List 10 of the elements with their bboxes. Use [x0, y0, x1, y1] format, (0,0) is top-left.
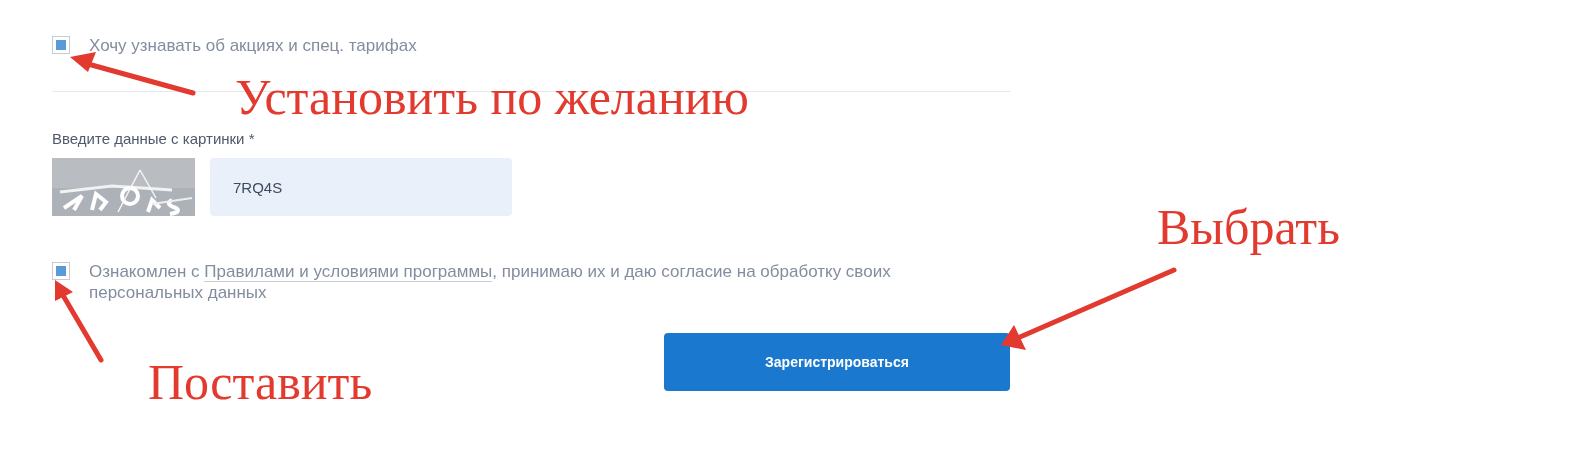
checkbox[interactable] [52, 36, 70, 54]
consent-text: Ознакомлен с Правилами и условиями программы, принимаю их и даю согласие на обработку своих персональных данных [89, 261, 892, 303]
field-label: Введите данные с картинки * [52, 130, 256, 148]
captcha-input-field[interactable]: 7RQ4S [210, 158, 512, 216]
checkbox[interactable] [52, 262, 70, 280]
checkbox-label: Хочу узнавать об акциях и спец. тарифах [89, 35, 417, 56]
rules-link[interactable]: Правилами и условиями программы [204, 262, 493, 282]
register-button[interactable]: Зарегистрироваться [664, 333, 1010, 391]
annotation-text: Поставить [148, 357, 373, 407]
annotation-text: Установить по желанию [235, 72, 749, 122]
